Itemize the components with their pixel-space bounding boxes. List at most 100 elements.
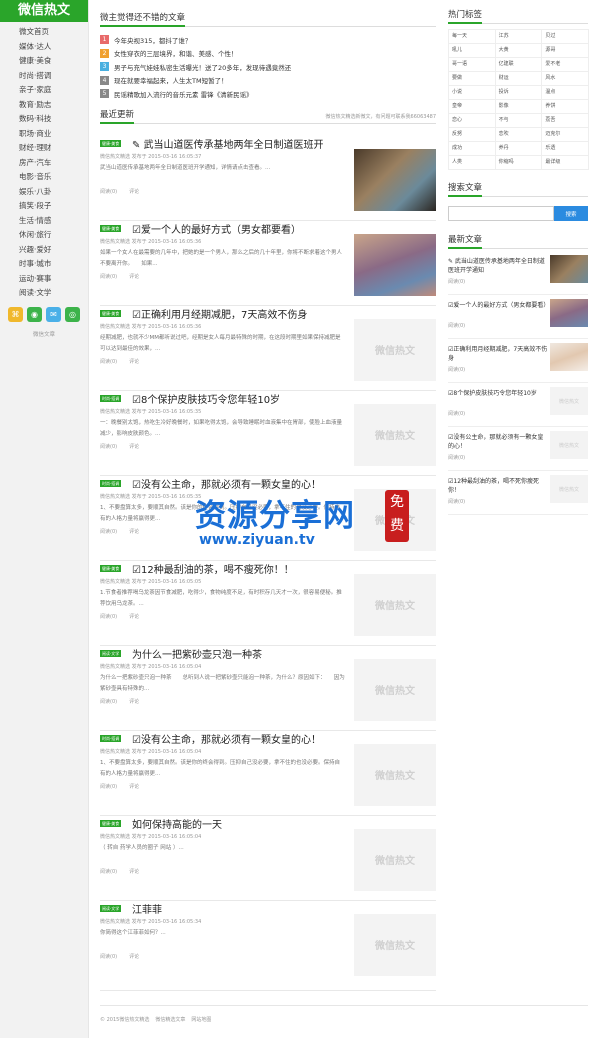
tag-link[interactable]: 成功 (448, 141, 496, 156)
article-title[interactable]: ☑爱一个人的最好方式（男女都要看） (132, 221, 380, 236)
tag-link[interactable]: 恋心 (448, 113, 496, 128)
article-thumbnail[interactable]: 微信热文 (354, 318, 436, 381)
nav-item[interactable]: 搞笑·段子 (0, 199, 88, 214)
nav-item[interactable]: 生活·情感 (0, 214, 88, 229)
recommended-item[interactable]: 1 今年央视315，都抖了谁？ (100, 33, 436, 47)
article-title[interactable]: ☑正确利用月经期减肥，7天高效不伤身 (132, 306, 380, 321)
tag-link[interactable]: 荔吾 (541, 113, 589, 128)
comment-link[interactable]: 评论 (129, 954, 139, 960)
comment-link[interactable]: 评论 (129, 529, 139, 535)
nav-item[interactable]: 教育·励志 (0, 98, 88, 113)
nav-item[interactable]: 娱乐·八卦 (0, 185, 88, 200)
comment-link[interactable]: 评论 (129, 869, 139, 875)
tag-link[interactable]: 最详级 (541, 155, 589, 170)
recommended-item[interactable]: 2 女性穿衣的三层境界，和谐、美感、个性！ (100, 47, 436, 61)
recommended-item[interactable]: 4 现在就要幸福起来，人生太TM短暂了！ (100, 74, 436, 88)
tag-link[interactable]: 养饼 (541, 99, 589, 114)
tag-link[interactable]: 投诉 (494, 85, 543, 100)
tag-link[interactable]: 你缩吗 (494, 155, 543, 170)
nav-item[interactable]: 健康·美食 (0, 54, 88, 69)
tag-link[interactable]: 贝过 (541, 29, 589, 44)
tag-link[interactable]: 江苏 (494, 29, 543, 44)
tag-link[interactable]: 恋吹 (494, 127, 543, 142)
nav-item[interactable]: 数码·科技 (0, 112, 88, 127)
tag-link[interactable]: 不与 (494, 113, 543, 128)
article-thumbnail[interactable]: 微信热文 (354, 913, 436, 976)
nav-item[interactable]: 媒体·达人 (0, 40, 88, 55)
tag-link[interactable]: 吼儿 (448, 43, 496, 58)
footer-link[interactable]: 网站地图 (191, 1017, 211, 1023)
latest-article-thumbnail[interactable]: 微信热文 (550, 475, 588, 503)
nav-item[interactable]: 微文首页 (0, 25, 88, 40)
category-tag[interactable]: 健康·美食 (100, 564, 122, 572)
nav-item[interactable]: 时事·城市 (0, 257, 88, 272)
recommended-item[interactable]: 3 男子与充气娃娃私密生活曝光！送了20多年，发现待遇竟然还 (100, 60, 436, 74)
nav-item[interactable]: 房产·汽车 (0, 156, 88, 171)
article-title[interactable]: 如何保持高能的一天 (132, 816, 380, 831)
category-tag[interactable]: 阅读·文学 (100, 904, 122, 912)
category-tag[interactable]: 时尚·搭调 (100, 479, 122, 487)
article-title[interactable]: ☑8个保护皮肤技巧令您年轻10岁 (132, 391, 380, 406)
comment-link[interactable]: 评论 (129, 189, 139, 195)
nav-item[interactable]: 亲子·家庭 (0, 83, 88, 98)
qq-icon[interactable]: ✉ (46, 306, 61, 322)
latest-article-thumbnail[interactable]: 微信热文 (550, 387, 588, 415)
tag-link[interactable]: 哥一语 (448, 57, 496, 72)
latest-article-title[interactable]: ☑8个保护皮肤技巧令您年轻10岁 (448, 389, 548, 398)
tag-link[interactable]: 大黄 (494, 43, 543, 58)
recommended-link[interactable]: 现在就要幸福起来，人生太TM短暂了！ (114, 75, 228, 85)
latest-article-thumbnail[interactable]: 微信热文 (550, 431, 588, 459)
article-title[interactable]: ✎ 武当山道医传承基地两年全日制道医班开 (132, 136, 380, 151)
rss-icon[interactable]: ⌘ (8, 306, 23, 322)
article-title[interactable]: 为什么一把紫砂壶只泡一种茶 (132, 646, 380, 661)
article-thumbnail[interactable]: 微信热文 (354, 403, 436, 466)
tag-link[interactable]: 温点 (541, 85, 589, 100)
article-thumbnail[interactable]: 微信热文 (354, 573, 436, 636)
tag-link[interactable]: 爱不老 (541, 57, 589, 72)
nav-item[interactable]: 电影·音乐 (0, 170, 88, 185)
category-tag[interactable]: 阅读·文学 (100, 649, 122, 657)
article-title[interactable]: ☑没有公主命，那就必须有一颗女皇的心！ (132, 731, 380, 746)
nav-item[interactable]: 财经·理财 (0, 141, 88, 156)
wechat-icon[interactable]: ◎ (65, 306, 80, 322)
tag-link[interactable]: 皇帝 (448, 99, 496, 114)
recommended-link[interactable]: 男子与充气娃娃私密生活曝光！送了20多年，发现待遇竟然还 (114, 62, 291, 72)
latest-article-thumbnail[interactable] (550, 343, 588, 371)
tag-link[interactable]: 小说 (448, 85, 496, 100)
tag-link[interactable]: 财运 (494, 71, 543, 86)
article-thumbnail[interactable] (354, 148, 436, 211)
comment-link[interactable]: 评论 (129, 699, 139, 705)
tag-link[interactable]: 每一天 (448, 29, 496, 44)
nav-item[interactable]: 运动·赛事 (0, 272, 88, 287)
tag-link[interactable]: 源哥 (541, 43, 589, 58)
category-tag[interactable]: 时尚·搭调 (100, 734, 122, 742)
article-title[interactable]: 江菲菲 (132, 901, 380, 916)
recommended-link[interactable]: 今年央视315，都抖了谁？ (114, 35, 191, 45)
latest-article-title[interactable]: ☑没有公主命，那就必须有一颗女皇的心！ (448, 433, 548, 451)
comment-link[interactable]: 评论 (129, 784, 139, 790)
category-tag[interactable]: 健康·美食 (100, 139, 122, 147)
category-tag[interactable]: 健康·美食 (100, 224, 122, 232)
tag-link[interactable]: 要做 (448, 71, 496, 86)
tag-link[interactable]: 影像 (494, 99, 543, 114)
nav-item[interactable]: 兴趣·爱好 (0, 243, 88, 258)
tag-link[interactable]: 养丹 (494, 141, 543, 156)
tag-link[interactable]: 反努 (448, 127, 496, 142)
recommended-item[interactable]: 5 民谣精歌加入流行的音乐元素 雷锋《清新民谣》 (100, 87, 436, 101)
tag-link[interactable]: 人类 (448, 155, 496, 170)
article-thumbnail[interactable]: 微信热文 (354, 743, 436, 806)
nav-item[interactable]: 休闲·旅行 (0, 228, 88, 243)
article-thumbnail[interactable]: 微信热文 (354, 658, 436, 721)
recommended-link[interactable]: 民谣精歌加入流行的音乐元素 雷锋《清新民谣》 (114, 89, 253, 99)
tag-link[interactable]: 迈克尔 (541, 127, 589, 142)
article-title[interactable]: ☑12种最刮油的茶，喝不瘦死你！！ (132, 561, 380, 576)
comment-link[interactable]: 评论 (129, 614, 139, 620)
latest-article-title[interactable]: ✎ 武当山道医传承基地两年全日制道医班开学通知 (448, 257, 548, 275)
tag-link[interactable]: 乐透 (541, 141, 589, 156)
article-title[interactable]: ☑没有公主命，那就必须有一颗女皇的心！ (132, 476, 380, 491)
nav-item[interactable]: 阅读·文学 (0, 286, 88, 301)
footer-link[interactable]: 微信精选文章 (155, 1017, 185, 1023)
comment-link[interactable]: 评论 (129, 444, 139, 450)
nav-item[interactable]: 时尚·搭调 (0, 69, 88, 84)
latest-article-thumbnail[interactable] (550, 299, 588, 327)
